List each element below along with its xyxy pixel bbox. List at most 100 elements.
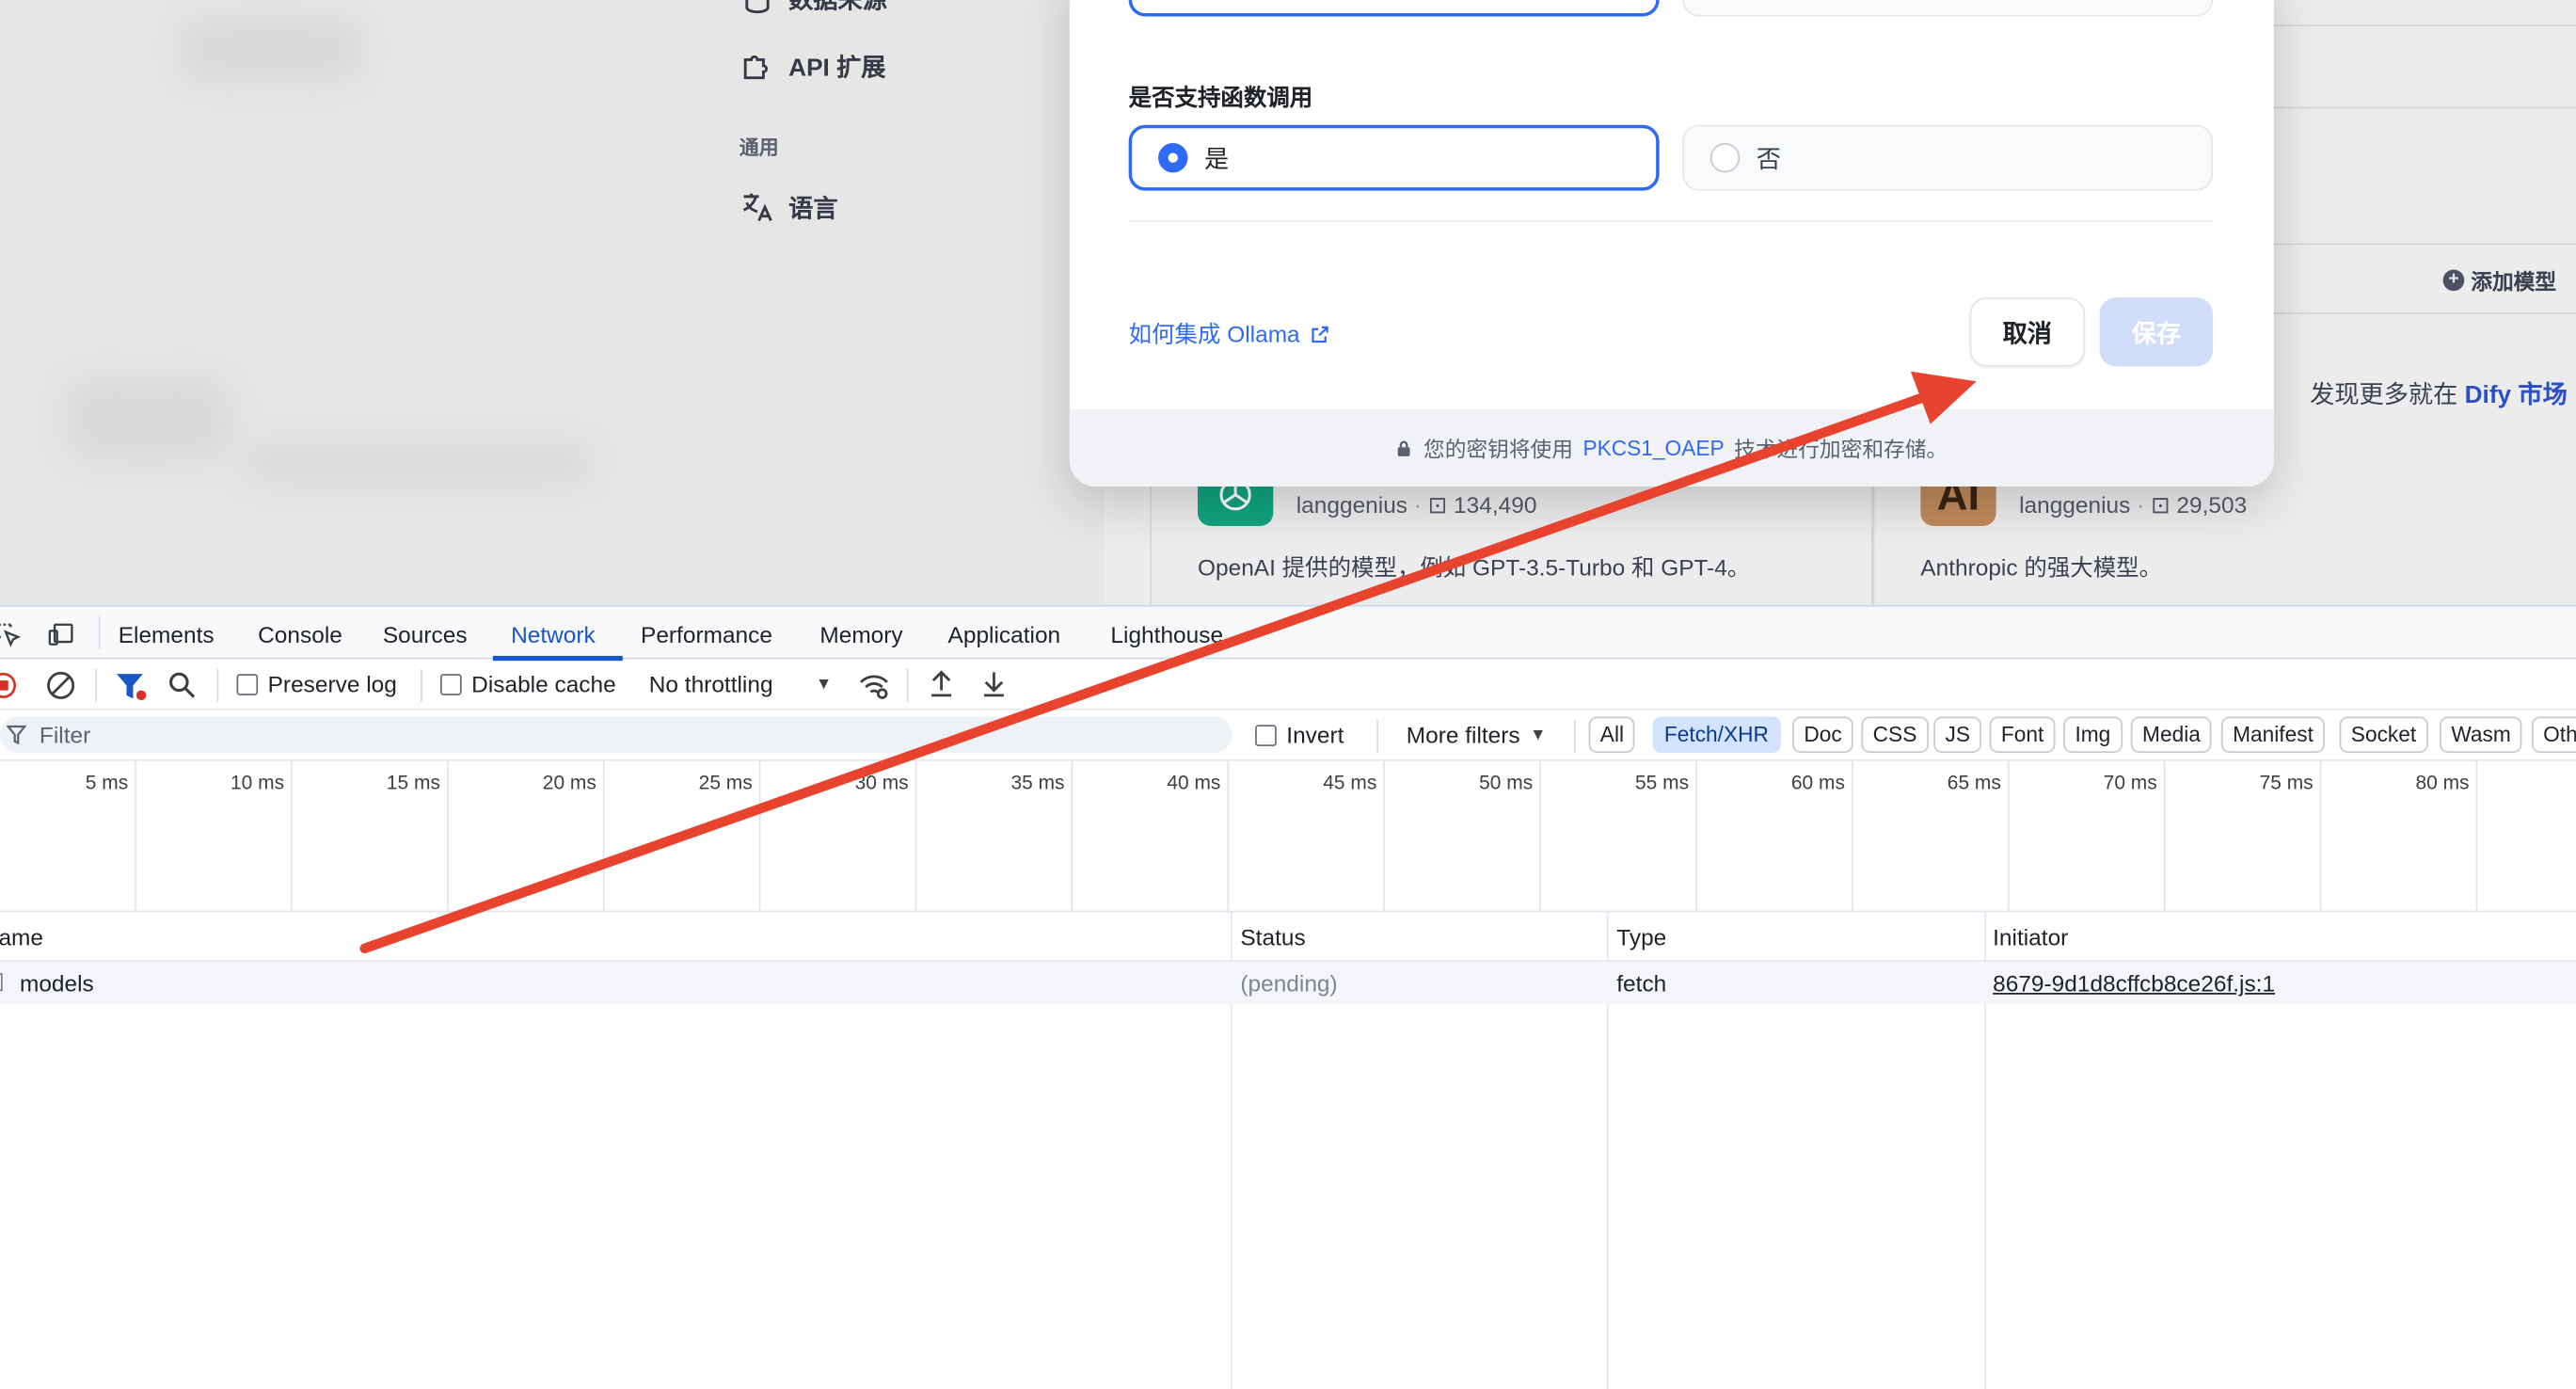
- column-status[interactable]: Status: [1240, 924, 1305, 950]
- disable-cache-checkbox[interactable]: Disable cache: [439, 671, 616, 697]
- timeline-tick-label: 35 ms: [1010, 771, 1065, 794]
- timeline-tick-label: 20 ms: [542, 771, 596, 794]
- type-filter-wasm[interactable]: Wasm: [2440, 716, 2523, 753]
- divider: [2273, 243, 2576, 246]
- option-label: 是: [1203, 145, 1230, 174]
- sidebar-item-language[interactable]: 语言: [739, 189, 838, 225]
- timeline-gridline: [758, 760, 761, 913]
- filter-input[interactable]: Filter: [0, 716, 1232, 753]
- radio-checked-icon: [1158, 142, 1188, 173]
- timeline-gridline: [1071, 760, 1073, 913]
- radio-option-prev-yes[interactable]: [1128, 0, 1660, 17]
- type-filter-fetch-xhr[interactable]: Fetch/XHR: [1652, 716, 1781, 753]
- network-timeline-overview[interactable]: 5 ms 10 ms 15 ms 20 ms 25 ms 30 ms 35 ms 40 ms 4…: [0, 760, 2576, 913]
- card-author: langgenius · ⊡ 134,490: [1296, 491, 1537, 519]
- throttling-value: No throttling: [648, 670, 773, 697]
- divider: [421, 668, 422, 702]
- inspect-element-icon[interactable]: [0, 620, 23, 649]
- radio-option-prev-no[interactable]: [1682, 0, 2214, 17]
- tab-performance[interactable]: Performance: [641, 621, 772, 647]
- export-har-icon[interactable]: [980, 669, 1007, 698]
- plus-circle-icon: +: [2442, 269, 2465, 292]
- timeline-gridline: [2007, 760, 2010, 913]
- function-call-no-option[interactable]: 否: [1682, 124, 2214, 191]
- blurred-content: [181, 16, 362, 83]
- timeline-gridline: [2163, 760, 2166, 913]
- help-link-label: 如何集成 Ollama: [1128, 320, 1300, 347]
- network-conditions-icon[interactable]: [858, 671, 891, 700]
- timeline-tick-label: 55 ms: [1635, 771, 1690, 794]
- cancel-button[interactable]: 取消: [1969, 297, 2085, 367]
- pkcs-link[interactable]: PKCS1_OAEP: [1582, 436, 1724, 460]
- preserve-log-checkbox[interactable]: Preserve log: [236, 671, 397, 697]
- timeline-gridline: [602, 760, 605, 913]
- tab-lighthouse[interactable]: Lighthouse: [1110, 621, 1223, 647]
- network-filter-bar: Filter Invert More filters ▼ All Fetch/X…: [0, 710, 2576, 761]
- add-model-button[interactable]: + 添加模型: [2442, 264, 2557, 295]
- column-initiator[interactable]: Initiator: [1993, 924, 2068, 950]
- timeline-gridline: [291, 760, 293, 913]
- encryption-prefix: 您的密钥将使用: [1423, 437, 1573, 462]
- blurred-content: [65, 377, 231, 461]
- timeline-tick-label: 65 ms: [1947, 771, 2001, 794]
- encryption-suffix: 技术进行加密和存储。: [1734, 437, 1948, 462]
- timeline-tick-label: 75 ms: [2259, 771, 2314, 794]
- add-model-dialog: 是否支持函数调用 是 否 如何集成 Ollama 取消 保存 您的密钥将使用 P…: [1069, 0, 2274, 487]
- tab-memory[interactable]: Memory: [819, 621, 902, 647]
- throttling-select[interactable]: No throttling ▼: [649, 671, 833, 697]
- save-button[interactable]: 保存: [2099, 297, 2214, 367]
- more-filters-dropdown[interactable]: More filters ▼: [1407, 722, 1547, 748]
- filter-icon[interactable]: [115, 672, 148, 701]
- type-filter-js[interactable]: JS: [1933, 716, 1982, 753]
- external-link-icon: [1312, 325, 1329, 343]
- sidebar-item-data-source[interactable]: 数据来源: [739, 0, 887, 16]
- type-filter-manifest[interactable]: Manifest: [2220, 716, 2326, 753]
- type-filter-all[interactable]: All: [1588, 716, 1636, 753]
- sidebar-item-api-extension[interactable]: API 扩展: [739, 48, 886, 84]
- type-filter-media[interactable]: Media: [2130, 716, 2213, 753]
- tab-console[interactable]: Console: [258, 621, 342, 647]
- clear-icon[interactable]: [46, 671, 75, 700]
- type-filter-font[interactable]: Font: [1989, 716, 2056, 753]
- type-filter-img[interactable]: Img: [2063, 716, 2123, 753]
- stop-recording-icon[interactable]: [0, 672, 17, 698]
- type-filter-css[interactable]: CSS: [1861, 716, 1929, 753]
- type-filter-socket[interactable]: Socket: [2339, 716, 2428, 753]
- search-icon[interactable]: [167, 671, 197, 700]
- column-type[interactable]: Type: [1616, 924, 1666, 950]
- column-name[interactable]: lame: [0, 924, 43, 950]
- ollama-help-link[interactable]: 如何集成 Ollama: [1129, 317, 1331, 350]
- tab-network[interactable]: Network: [511, 621, 596, 647]
- timeline-tick-label: 10 ms: [231, 771, 285, 794]
- dify-marketplace-link[interactable]: Dify 市场: [2465, 381, 2568, 409]
- blurred-content: [246, 443, 592, 484]
- function-call-label: 是否支持函数调用: [1128, 84, 1313, 111]
- puzzle-icon: [743, 55, 768, 80]
- device-toolbar-icon[interactable]: [46, 620, 75, 649]
- initiator-link[interactable]: 8679-9d1d8cffcb8ce26f.js:1: [1993, 970, 2275, 997]
- add-model-label: 添加模型: [2471, 269, 2557, 295]
- import-har-icon[interactable]: [929, 669, 955, 698]
- checkbox-icon: [1255, 724, 1277, 746]
- timeline-gridline: [1851, 760, 1853, 913]
- tab-application[interactable]: Application: [948, 621, 1061, 647]
- function-call-yes-option[interactable]: 是: [1128, 124, 1660, 191]
- timeline-gridline: [1539, 760, 1541, 913]
- divider: [2273, 24, 2576, 26]
- discover-prefix: 发现更多就在: [2310, 381, 2458, 409]
- install-count: 29,503: [2176, 491, 2248, 519]
- install-icon: ⊡: [1427, 491, 1448, 519]
- divider: [216, 668, 219, 702]
- type-filter-doc[interactable]: Doc: [1792, 716, 1853, 753]
- table-row[interactable]: ▯ models (pending) fetch 8679-9d1d8cffcb…: [0, 961, 2576, 1005]
- timeline-tick-label: 50 ms: [1479, 771, 1534, 794]
- author-name: langgenius: [1296, 491, 1408, 519]
- request-name: models: [19, 969, 94, 997]
- type-filter-other[interactable]: Oth: [2531, 716, 2576, 753]
- install-icon: ⊡: [2151, 491, 2171, 519]
- invert-checkbox[interactable]: Invert: [1255, 722, 1344, 748]
- tab-elements[interactable]: Elements: [119, 621, 215, 647]
- divider: [2273, 106, 2576, 109]
- tab-sources[interactable]: Sources: [383, 621, 468, 647]
- database-icon: [745, 0, 770, 14]
